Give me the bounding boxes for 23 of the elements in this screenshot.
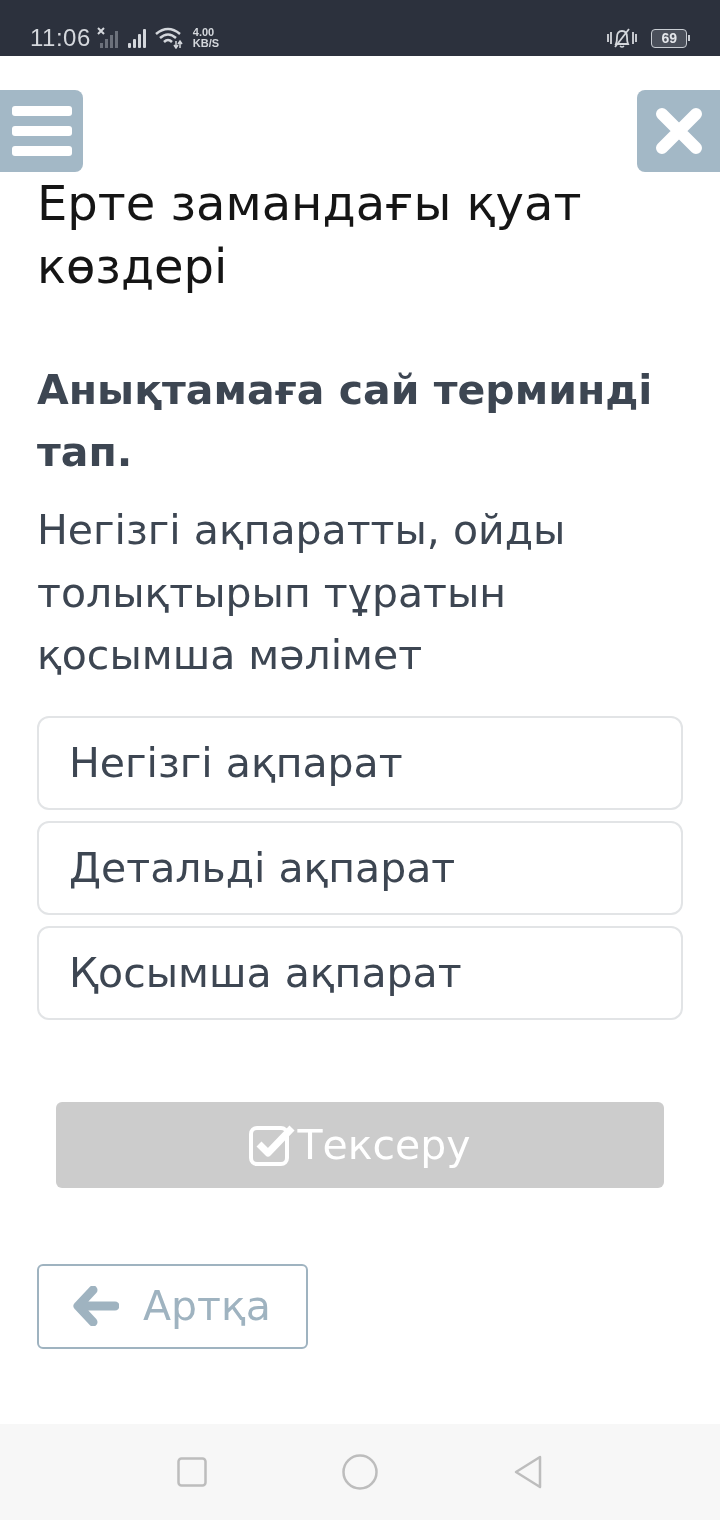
battery-level: 69 xyxy=(651,28,687,48)
no-signal-icon xyxy=(96,27,121,49)
status-time: 11:06 xyxy=(30,24,91,52)
wifi-icon xyxy=(154,27,183,49)
question-text: Анықтамаға сай терминді тап. xyxy=(37,365,654,478)
back-nav-icon[interactable] xyxy=(512,1455,543,1489)
signal-icon xyxy=(126,28,149,48)
menu-icon xyxy=(11,106,72,156)
lesson-title: Ерте замандағы қуат көздері xyxy=(37,174,583,296)
answer-option[interactable]: Детальді ақпарат xyxy=(37,820,683,915)
answer-option[interactable]: Негізгі ақпарат xyxy=(37,715,683,810)
menu-button[interactable] xyxy=(0,90,83,172)
vibrate-bell-icon xyxy=(607,27,638,49)
network-speed-value: 4.00 xyxy=(192,27,216,38)
home-icon[interactable] xyxy=(342,1454,378,1490)
close-button[interactable] xyxy=(637,90,720,172)
answer-option[interactable]: Қосымша ақпарат xyxy=(37,925,683,1020)
arrow-left-icon xyxy=(73,1286,119,1326)
close-icon xyxy=(654,107,703,155)
definition-text: Негізгі ақпаратты, ойды толықтырып тұратын қосымша мәлімет xyxy=(37,505,567,681)
checkbox-tick-icon xyxy=(249,1123,296,1166)
network-speed-unit: KB/S xyxy=(192,38,220,49)
recent-apps-icon[interactable] xyxy=(177,1457,208,1487)
